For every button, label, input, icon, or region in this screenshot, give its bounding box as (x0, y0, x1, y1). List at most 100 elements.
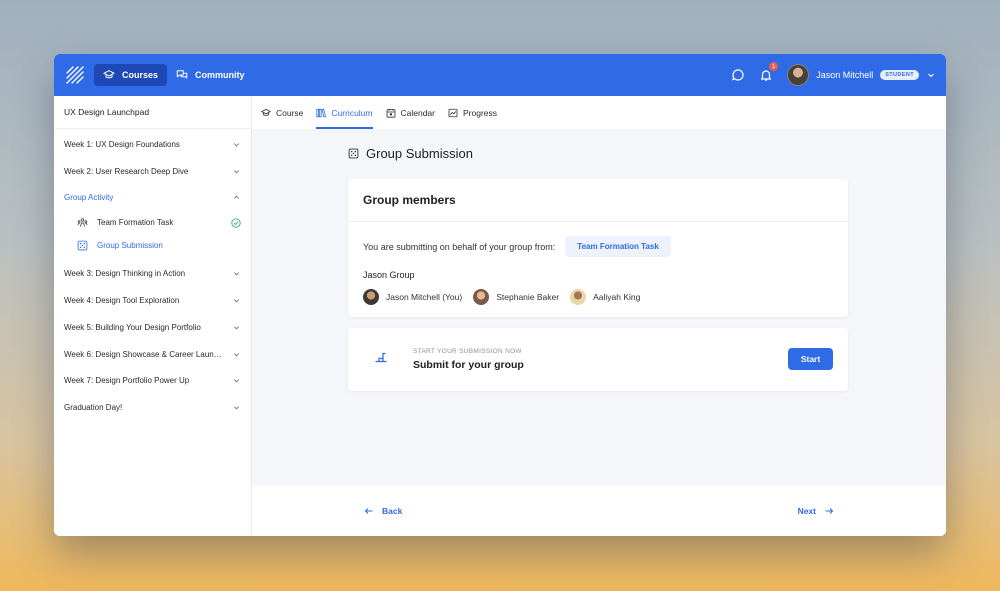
graduation-cap-icon (103, 70, 115, 79)
sidebar-item-week-5[interactable]: Week 5: Building Your Design Portfolio (54, 314, 251, 341)
member-item: Stephanie Baker (473, 289, 559, 305)
group-name: Jason Group (363, 270, 415, 280)
tab-calendar[interactable]: Calendar (386, 96, 436, 129)
chevron-down-icon (233, 169, 240, 174)
messages-button[interactable] (731, 68, 745, 82)
sidebar-item-label: Group Activity (64, 193, 114, 203)
chevron-down-icon (233, 406, 240, 410)
chart-icon (448, 108, 458, 117)
sidebar-subitem-group-submission[interactable]: Group Submission (54, 234, 251, 257)
submit-title: Submit for your group (413, 359, 524, 371)
sidebar-item-label: Graduation Day! (64, 403, 123, 413)
behalf-text: You are submitting on behalf of your gro… (363, 241, 556, 252)
sidebar-subitem-team-formation[interactable]: Team Formation Task (54, 211, 251, 234)
chevron-down-icon (233, 299, 240, 303)
sidebar-item-week-2[interactable]: Week 2: User Research Deep Dive (54, 158, 251, 185)
sidebar-item-graduation[interactable]: Graduation Day! (54, 394, 251, 421)
course-title: UX Design Launchpad (54, 96, 251, 129)
graduation-cap-icon (261, 108, 271, 116)
next-button[interactable]: Next (798, 506, 834, 516)
footer-nav: Back Next (252, 486, 946, 536)
notifications-button[interactable]: 1 (759, 62, 779, 82)
sidebar-subitem-label: Group Submission (97, 241, 163, 251)
message-icon (732, 69, 744, 81)
page-title: Group Submission (366, 146, 473, 161)
top-bar: Courses Community 1 Jason Mitchell STUDE… (54, 54, 946, 96)
arrow-right-icon (825, 508, 834, 514)
tab-progress[interactable]: Progress (448, 96, 497, 129)
sidebar-item-label: Week 6: Design Showcase & Career Launch (64, 349, 222, 359)
dice-icon (77, 240, 88, 251)
sidebar-item-label: Week 5: Building Your Design Portfolio (64, 322, 201, 332)
member-name: Aaliyah King (593, 292, 641, 302)
nav-community[interactable]: Community (167, 64, 254, 86)
nav-courses-label: Courses (122, 70, 159, 80)
tab-label: Progress (463, 107, 498, 118)
member-name: Jason Mitchell (You) (386, 292, 463, 302)
arrow-left-icon (364, 508, 373, 514)
tab-label: Calendar (400, 107, 436, 118)
notification-badge: 1 (769, 62, 779, 71)
sidebar-item-label: Week 1: UX Design Foundations (64, 139, 180, 149)
check-circle-icon (231, 218, 241, 228)
group-members-card: Group members You are submitting on beha… (348, 179, 848, 317)
next-label: Next (797, 506, 816, 516)
submission-icon (375, 352, 387, 363)
sidebar-item-label: Week 3: Design Thinking in Action (64, 269, 186, 279)
card-heading: Group members (348, 179, 848, 222)
main-panel: Course Curriculum Calendar Progress Grou… (252, 96, 946, 536)
tab-course[interactable]: Course (261, 96, 303, 129)
start-button[interactable]: Start (788, 348, 833, 370)
sidebar-item-week-7[interactable]: Week 7: Design Portfolio Power Up (54, 368, 251, 395)
member-name: Stephanie Baker (496, 292, 560, 302)
chevron-down-icon (233, 379, 240, 383)
avatar (570, 289, 587, 305)
sidebar-item-label: Week 2: User Research Deep Dive (64, 166, 189, 176)
tab-bar: Course Curriculum Calendar Progress (252, 96, 946, 129)
dice-icon (348, 148, 359, 159)
user-menu[interactable]: Jason Mitchell STUDENT (787, 64, 936, 86)
user-name: Jason Mitchell (816, 70, 874, 80)
logo-icon[interactable] (66, 66, 84, 84)
chevron-up-icon (233, 195, 240, 200)
tab-curriculum[interactable]: Curriculum (316, 96, 373, 129)
sidebar-item-label: Week 7: Design Portfolio Power Up (64, 376, 190, 386)
avatar (363, 289, 379, 305)
back-label: Back (382, 506, 403, 516)
content-area: Group Submission Group members You are s… (252, 129, 946, 486)
submit-kicker: START YOUR SUBMISSION NOW (413, 348, 522, 355)
sidebar-subitem-label: Team Formation Task (97, 218, 174, 228)
tab-label: Course (276, 107, 304, 118)
sidebar: UX Design Launchpad Week 1: UX Design Fo… (54, 96, 252, 536)
calendar-icon (386, 108, 395, 118)
sidebar-item-label: Week 4: Design Tool Exploration (64, 296, 180, 306)
team-icon (77, 217, 88, 228)
member-item: Aaliyah King (570, 289, 640, 305)
nav-community-label: Community (195, 70, 245, 80)
sidebar-item-week-1[interactable]: Week 1: UX Design Foundations (54, 131, 251, 158)
tab-label: Curriculum (331, 107, 373, 118)
chevron-down-icon (233, 326, 240, 330)
member-item: Jason Mitchell (You) (363, 289, 462, 305)
sidebar-item-group-activity[interactable]: Group Activity (54, 185, 251, 212)
sidebar-item-week-6[interactable]: Week 6: Design Showcase & Career Launch (54, 341, 251, 368)
chat-bubbles-icon (176, 70, 188, 79)
behalf-row: You are submitting on behalf of your gro… (363, 236, 671, 257)
books-icon (316, 108, 327, 118)
chevron-down-icon (233, 143, 240, 147)
chevron-down-icon (233, 272, 240, 276)
members-list: Jason Mitchell (You) Stephanie Baker Aal… (363, 289, 642, 305)
submit-card: START YOUR SUBMISSION NOW Submit for you… (348, 328, 848, 391)
page-heading: Group Submission (348, 146, 473, 161)
avatar (473, 289, 490, 305)
nav-courses[interactable]: Courses (94, 64, 168, 86)
chevron-down-icon (233, 352, 240, 357)
app-window: Courses Community 1 Jason Mitchell STUDE… (54, 54, 946, 536)
sidebar-item-week-4[interactable]: Week 4: Design Tool Exploration (54, 287, 251, 314)
role-badge: STUDENT (880, 70, 919, 80)
source-task-chip[interactable]: Team Formation Task (565, 236, 671, 257)
chevron-down-icon (928, 73, 934, 78)
sidebar-item-week-3[interactable]: Week 3: Design Thinking in Action (54, 260, 251, 287)
back-button[interactable]: Back (364, 506, 402, 516)
avatar (787, 64, 810, 86)
